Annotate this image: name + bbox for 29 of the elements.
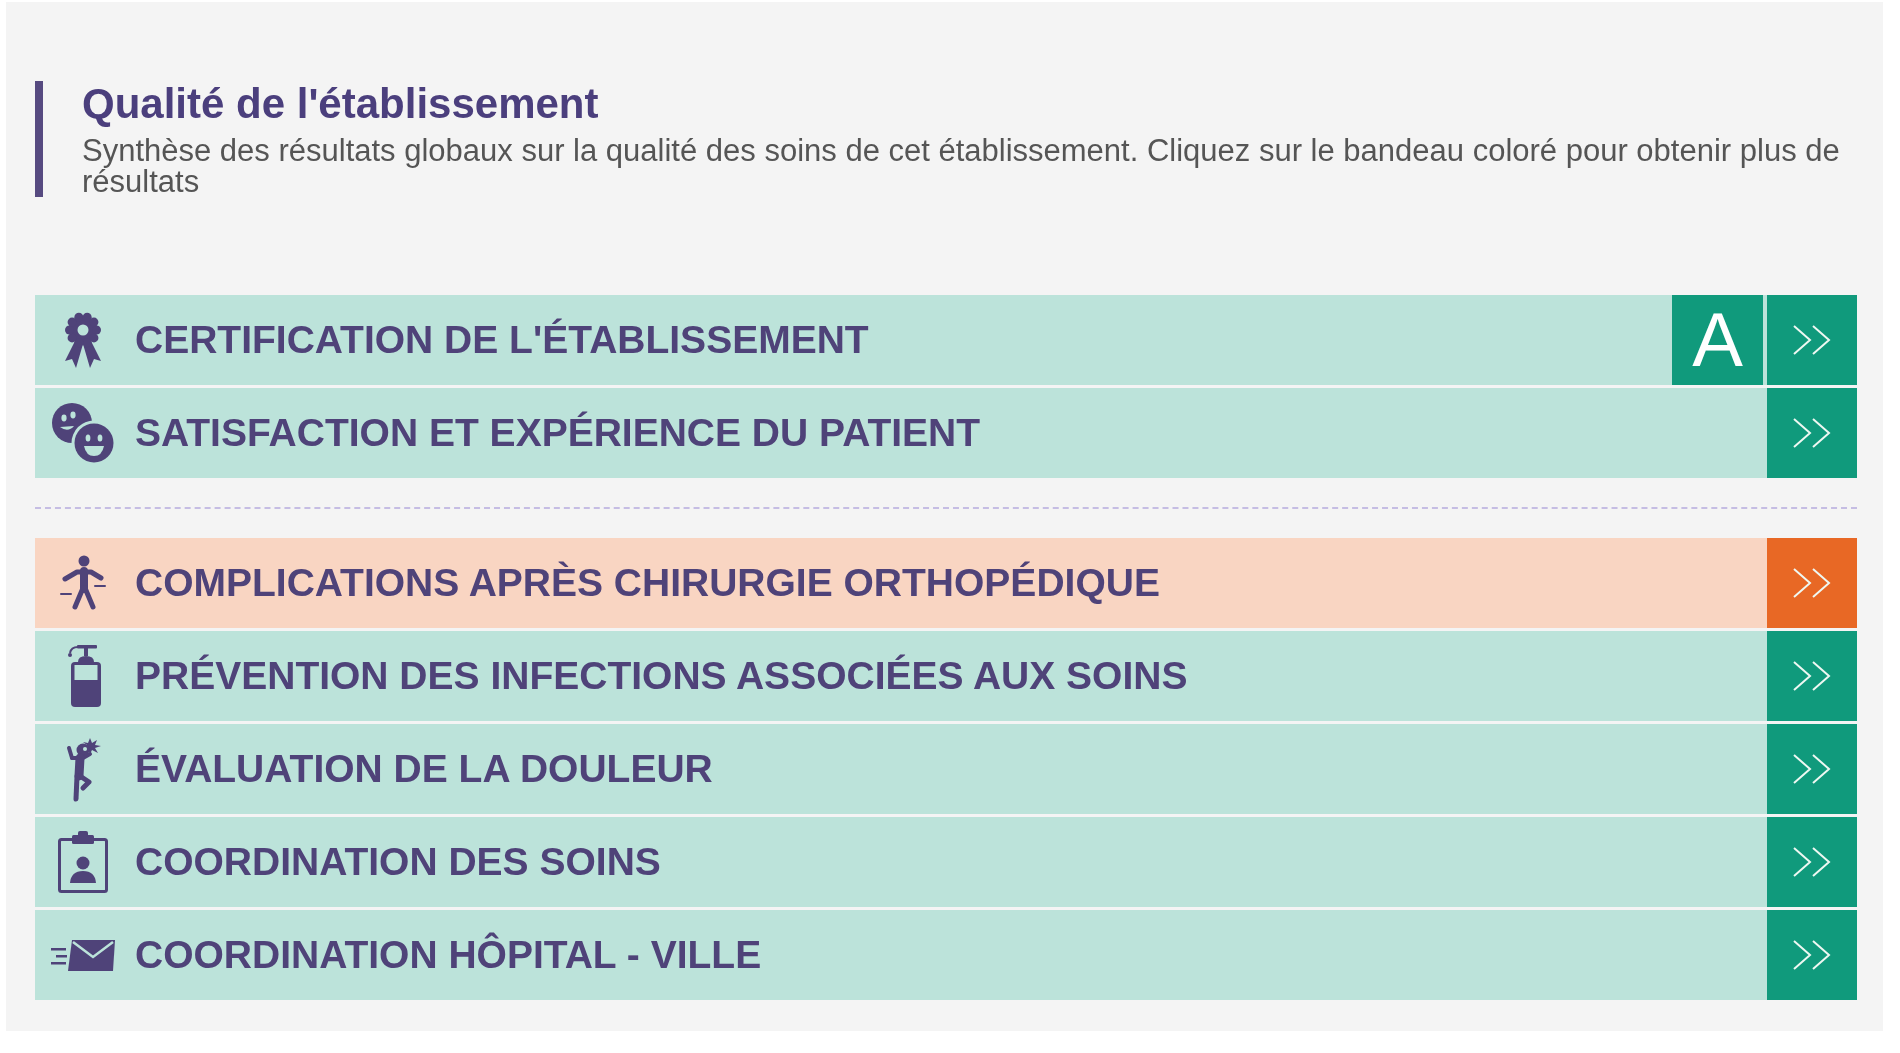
double-chevron-icon bbox=[1792, 847, 1832, 877]
double-chevron-icon bbox=[1792, 568, 1832, 598]
details-button[interactable] bbox=[1767, 724, 1857, 814]
details-button[interactable] bbox=[1767, 817, 1857, 907]
envelope-icon bbox=[50, 938, 116, 972]
double-chevron-icon bbox=[1792, 754, 1832, 784]
category-banner[interactable]: COORDINATION HÔPITAL - VILLE bbox=[35, 910, 1767, 1000]
category-banner[interactable]: COORDINATION DES SOINS bbox=[35, 817, 1767, 907]
details-button[interactable] bbox=[1767, 295, 1857, 385]
details-button[interactable] bbox=[1767, 538, 1857, 628]
pump-bottle-icon bbox=[65, 644, 101, 708]
double-chevron-icon bbox=[1792, 940, 1832, 970]
smiley-faces-icon bbox=[50, 402, 116, 464]
double-chevron-icon bbox=[1792, 325, 1832, 355]
details-button[interactable] bbox=[1767, 388, 1857, 478]
category-banner[interactable]: COMPLICATIONS APRÈS CHIRURGIE ORTHOPÉDIQUE bbox=[35, 538, 1767, 628]
double-chevron-icon bbox=[1792, 661, 1832, 691]
double-chevron-icon bbox=[1792, 418, 1832, 448]
details-button[interactable] bbox=[1767, 631, 1857, 721]
category-banner[interactable]: CERTIFICATION DE L'ÉTABLISSEMENT bbox=[35, 295, 1672, 385]
person-icon bbox=[59, 555, 107, 611]
details-button[interactable] bbox=[1767, 910, 1857, 1000]
category-banner[interactable]: SATISFACTION ET EXPÉRIENCE DU PATIENT bbox=[35, 388, 1767, 478]
clipboard-person-icon bbox=[57, 831, 109, 893]
section-description: Synthèse des résultats globaux sur la qualité des soins de cet établissement. Cliquez sur le bandeau coloré pour obtenir plus de résultats bbox=[82, 135, 1841, 197]
section-title: Qualité de l'établissement bbox=[82, 81, 600, 127]
category-banner[interactable]: ÉVALUATION DE LA DOULEUR bbox=[35, 724, 1767, 814]
category-banner[interactable]: PRÉVENTION DES INFECTIONS ASSOCIÉES AUX SOINS bbox=[35, 631, 1767, 721]
grade-badge: A bbox=[1672, 295, 1763, 385]
